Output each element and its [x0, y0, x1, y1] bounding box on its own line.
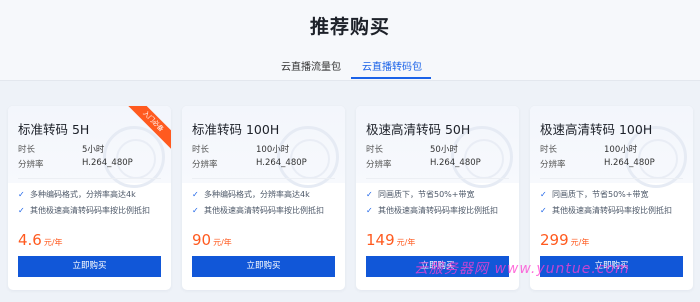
feature-item: ✓ 其他极速高清转码码率按比例抵扣 — [192, 205, 324, 216]
feature-text: 同画质下，节省50%+带宽 — [378, 190, 475, 199]
feature-text: 其他极速高清转码码率按比例抵扣 — [378, 206, 498, 215]
tab-live-traffic-pack[interactable]: 云直播流量包 — [281, 58, 341, 73]
resolution-label: 分辨率 — [192, 160, 218, 170]
feature-text: 多种编码格式，分辨率高达4k — [30, 190, 136, 199]
card-title: 极速高清转码 100H — [540, 122, 653, 137]
resolution-value: H.264_480P — [82, 158, 133, 168]
feature-item: ✓ 多种编码格式，分辨率高达4k — [192, 189, 310, 200]
duration-value: 50小时 — [430, 145, 458, 155]
check-icon: ✓ — [540, 206, 547, 215]
price-value: 4.6 — [18, 231, 42, 249]
price-value: 299 — [540, 231, 569, 249]
resolution-value: H.264_480P — [256, 158, 307, 168]
card-divider — [192, 178, 335, 179]
duration-label: 时长 — [18, 145, 36, 155]
feature-item: ✓ 其他极速高清转码码率按比例抵扣 — [366, 205, 498, 216]
check-icon: ✓ — [18, 190, 25, 199]
tab-divider — [0, 80, 700, 81]
active-tab-indicator — [351, 77, 431, 79]
check-icon: ✓ — [192, 190, 199, 199]
feature-text: 其他极速高清转码码率按比例抵扣 — [30, 206, 150, 215]
site-watermark: 云服务器网 www.yuntue.com — [414, 261, 630, 277]
duration-label: 时长 — [192, 145, 210, 155]
feature-item: ✓ 其他极速高清转码码率按比例抵扣 — [540, 205, 672, 216]
check-icon: ✓ — [18, 206, 25, 215]
card-title: 极速高清转码 50H — [366, 122, 471, 137]
price-unit: 元/年 — [43, 238, 63, 247]
card-title: 标准转码 100H — [192, 122, 280, 137]
check-icon: ✓ — [540, 190, 547, 199]
package-card-standard-5h: 入门必备 标准转码 5H 时长 5小时 分辨率 H.264_480P ✓ 多种编码… — [8, 106, 171, 290]
card-divider — [18, 178, 161, 179]
card-divider — [540, 178, 683, 179]
resolution-label: 分辨率 — [366, 160, 392, 170]
price: 4.6 元/年 — [18, 230, 63, 249]
feature-text: 多种编码格式，分辨率高达4k — [204, 190, 310, 199]
resolution-value: H.264_480P — [604, 158, 655, 168]
check-icon: ✓ — [366, 206, 373, 215]
duration-label: 时长 — [366, 145, 384, 155]
resolution-label: 分辨率 — [18, 160, 44, 170]
package-card-standard-100h: 标准转码 100H 时长 100小时 分辨率 H.264_480P ✓ 多种编码格… — [182, 106, 345, 290]
price: 149 元/年 — [366, 230, 415, 249]
check-icon: ✓ — [366, 190, 373, 199]
product-tabs: 云直播流量包 云直播转码包 — [0, 58, 700, 80]
buy-now-button[interactable]: 立即购买 — [192, 256, 335, 277]
duration-value: 100小时 — [604, 145, 638, 155]
page-title: 推荐购买 — [309, 16, 390, 38]
duration-value: 5小时 — [82, 145, 105, 155]
check-icon: ✓ — [192, 206, 199, 215]
hot-badge-label: 入门必备 — [125, 106, 171, 152]
feature-text: 同画质下，节省50%+带宽 — [552, 190, 649, 199]
card-title: 标准转码 5H — [18, 122, 90, 137]
price-unit: 元/年 — [213, 238, 232, 247]
feature-item: ✓ 同画质下，节省50%+带宽 — [540, 189, 648, 200]
duration-value: 100小时 — [256, 145, 290, 155]
price-unit: 元/年 — [570, 238, 590, 247]
feature-item: ✓ 多种编码格式，分辨率高达4k — [18, 189, 136, 200]
card-divider — [366, 178, 509, 179]
price-unit: 元/年 — [396, 238, 416, 247]
hot-badge: 入门必备 — [125, 106, 171, 152]
buy-now-button[interactable]: 立即购买 — [18, 256, 161, 277]
resolution-value: H.264_480P — [430, 158, 481, 168]
price-value: 149 — [366, 231, 395, 249]
feature-item: ✓ 同画质下，节省50%+带宽 — [366, 189, 474, 200]
price: 299 元/年 — [540, 230, 589, 249]
price-value: 90 — [192, 231, 212, 249]
price: 90 元/年 — [192, 230, 232, 249]
feature-text: 其他极速高清转码码率按比例抵扣 — [204, 206, 324, 215]
feature-item: ✓ 其他极速高清转码码率按比例抵扣 — [18, 205, 150, 216]
resolution-label: 分辨率 — [540, 160, 566, 170]
feature-text: 其他极速高清转码码率按比例抵扣 — [552, 206, 672, 215]
tab-live-transcode-pack[interactable]: 云直播转码包 — [362, 58, 422, 73]
duration-label: 时长 — [540, 145, 558, 155]
